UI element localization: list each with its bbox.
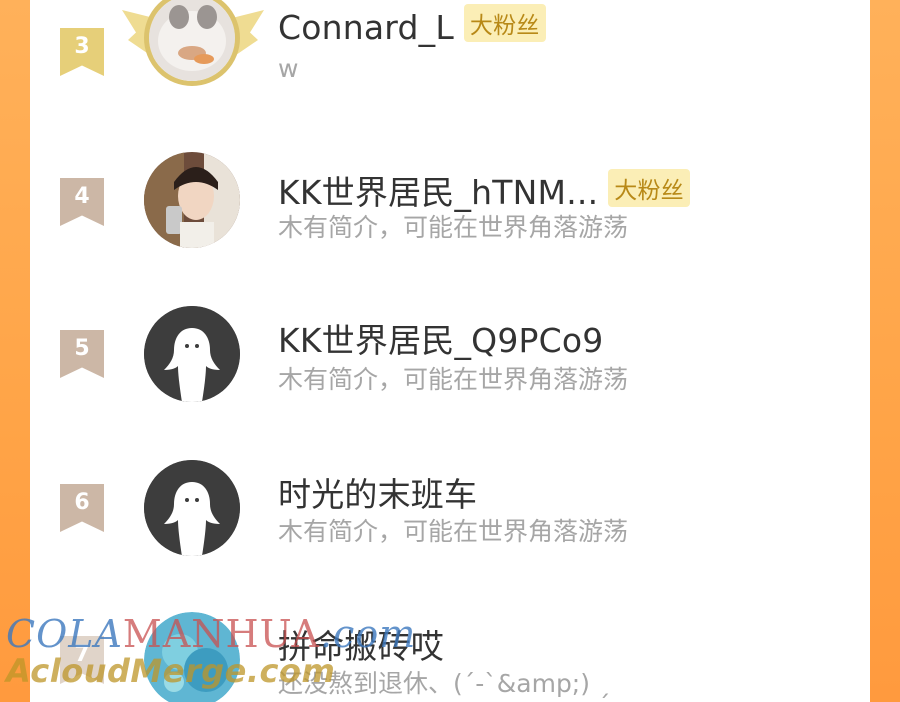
- fan-name[interactable]: KK世界居民_Q9PCo9: [278, 314, 603, 362]
- big-fan-badge: 大粉丝: [463, 4, 546, 42]
- rank-badge: 3: [60, 28, 104, 76]
- fan-name[interactable]: 拼命搬砖哎: [278, 620, 444, 668]
- avatar[interactable]: [144, 0, 240, 86]
- rank-badge: 6: [60, 484, 104, 532]
- avatar[interactable]: [144, 306, 240, 402]
- fan-bio: 木有简介，可能在世界角落游荡: [278, 365, 629, 394]
- default-ghost-avatar-icon: [144, 306, 240, 402]
- fan-bio: 还没熬到退休、(ˊ-ˋ&amp;) ˏ: [278, 669, 611, 698]
- rank-number: 4: [74, 184, 90, 209]
- left-orange-frame: [0, 0, 30, 702]
- fan-bio: 木有简介，可能在世界角落游荡: [278, 213, 629, 242]
- rank-number: 3: [74, 34, 90, 59]
- big-fan-badge: 大粉丝: [608, 169, 690, 207]
- selfie-photo-icon: [144, 152, 240, 248]
- fan-list-item[interactable]: 3 Connard_L 大粉丝 w: [30, 0, 870, 130]
- fan-bio: 木有简介，可能在世界角落游荡: [278, 517, 629, 546]
- avatar[interactable]: [144, 460, 240, 556]
- fan-list-item[interactable]: 7 拼命搬砖哎 还没熬到退休、(ˊ-ˋ&amp;) ˏ: [30, 600, 870, 702]
- fan-list-item[interactable]: 4 KK世界居民_hTNM... 大粉丝 木有简介，可能在世界角落游荡: [30, 140, 870, 290]
- fan-name-text[interactable]: Connard_L: [278, 8, 454, 47]
- rank-number: 6: [74, 490, 90, 515]
- cat-photo-icon: [149, 0, 235, 81]
- fan-name[interactable]: Connard_L 大粉丝: [278, 4, 546, 47]
- fan-name-text[interactable]: 拼命搬砖哎: [278, 627, 444, 666]
- fan-name[interactable]: KK世界居民_hTNM... 大粉丝: [278, 166, 690, 214]
- default-ghost-avatar-icon: [144, 460, 240, 556]
- fan-list-item[interactable]: 6 时光的末班车 木有简介，可能在世界角落游荡: [30, 448, 870, 598]
- fan-name-text[interactable]: KK世界居民_hTNM...: [278, 173, 598, 212]
- rank-number: 5: [74, 336, 90, 361]
- fan-list-item[interactable]: 5 KK世界居民_Q9PCo9 木有简介，可能在世界角落游荡: [30, 294, 870, 444]
- fan-name-text[interactable]: 时光的末班车: [278, 475, 477, 514]
- fan-name[interactable]: 时光的末班车: [278, 468, 477, 516]
- avatar[interactable]: [144, 612, 240, 702]
- fan-name-text[interactable]: KK世界居民_Q9PCo9: [278, 321, 603, 360]
- rank-badge: 4: [60, 178, 104, 226]
- right-orange-frame: [870, 0, 900, 702]
- rank-number: 7: [74, 642, 90, 667]
- blue-photo-icon: [144, 612, 240, 702]
- rank-badge: 5: [60, 330, 104, 378]
- fan-bio: w: [278, 54, 299, 83]
- avatar[interactable]: [144, 152, 240, 248]
- rank-badge: 7: [60, 636, 104, 684]
